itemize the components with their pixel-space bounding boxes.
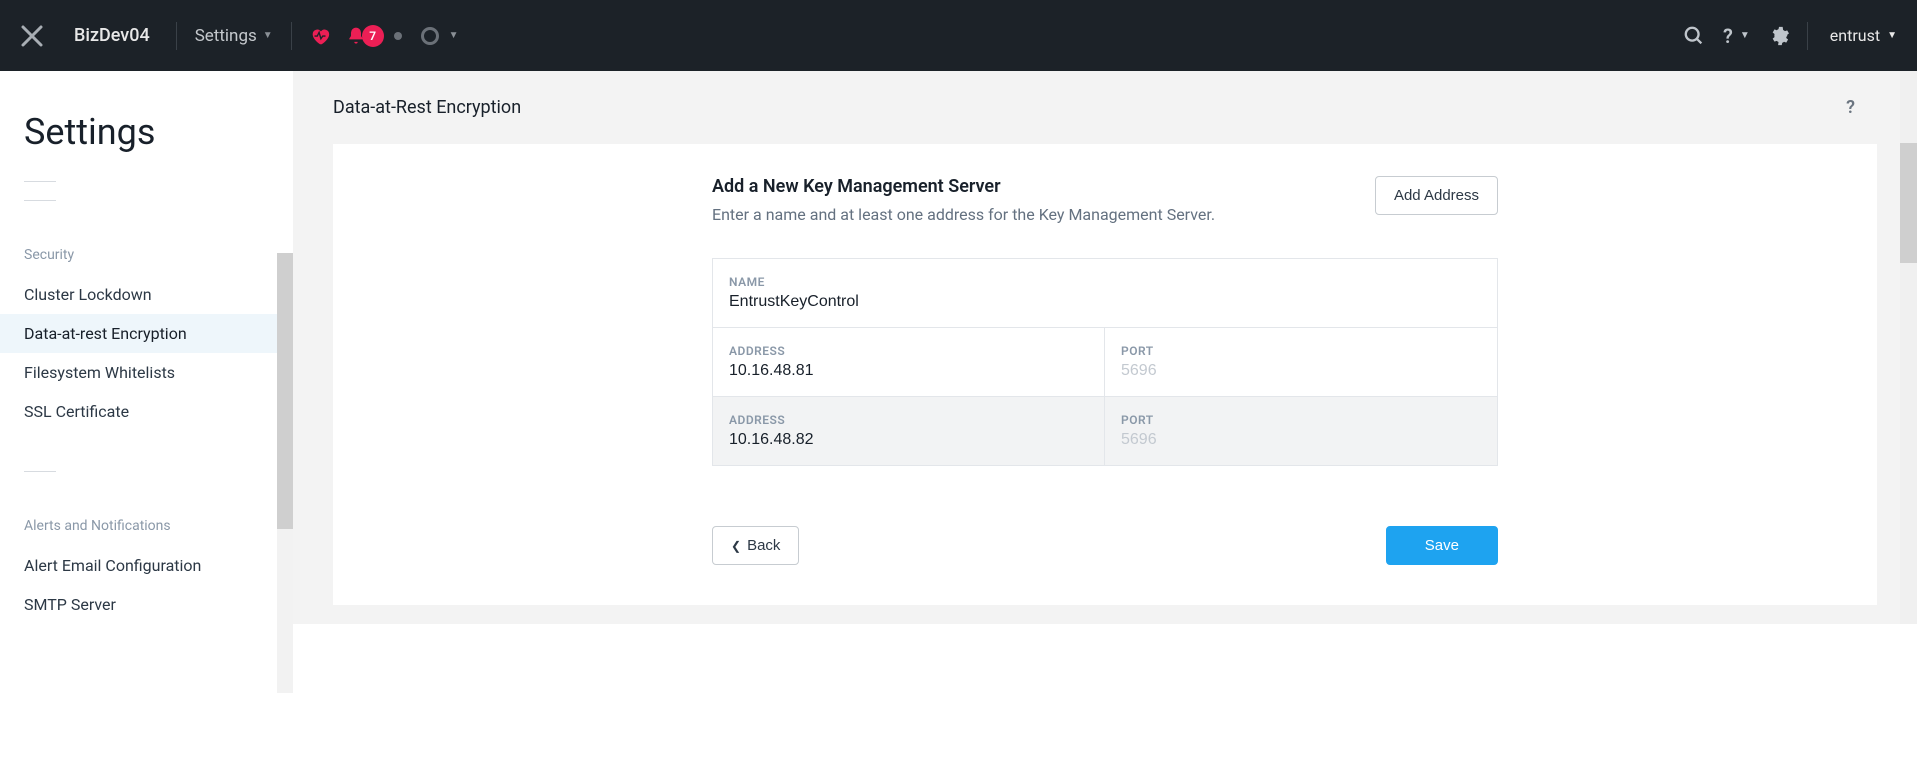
- settings-sidebar: Settings Security Cluster Lockdown Data-…: [0, 71, 293, 624]
- org-name[interactable]: BizDev04: [74, 25, 150, 46]
- save-button[interactable]: Save: [1386, 526, 1498, 565]
- port-1-field[interactable]: [1121, 362, 1481, 380]
- activity-ring-icon[interactable]: ▼: [417, 27, 459, 45]
- heartbeat-icon[interactable]: [309, 25, 331, 47]
- sidebar-title: Settings: [0, 111, 293, 177]
- name-label: NAME: [729, 275, 1481, 289]
- back-button[interactable]: ❮ Back: [712, 526, 799, 565]
- port-label: PORT: [1121, 413, 1481, 427]
- chevron-down-icon: ▼: [1740, 30, 1750, 41]
- chevron-down-icon: ▼: [1887, 30, 1897, 41]
- sidebar-scrollbar-thumb[interactable]: [277, 253, 293, 529]
- address-2-field[interactable]: [729, 431, 1088, 449]
- name-field[interactable]: [729, 293, 1481, 311]
- card-title: Add a New Key Management Server: [712, 176, 1375, 197]
- app-logo-icon[interactable]: [20, 24, 44, 48]
- address-label: ADDRESS: [729, 413, 1088, 427]
- page-help-icon[interactable]: ?: [1846, 97, 1855, 118]
- status-dot-icon: [394, 32, 402, 40]
- help-icon[interactable]: ?▼: [1723, 24, 1750, 48]
- sidebar-group-alerts: Alerts and Notifications: [0, 518, 293, 546]
- sidebar-item-smtp-server[interactable]: SMTP Server: [0, 585, 293, 624]
- sidebar-group-security: Security: [0, 247, 293, 275]
- top-header: BizDev04 Settings ▼ 7 ▼ ?▼ entrust ▼: [0, 0, 1917, 71]
- chevron-down-icon: ▼: [263, 30, 273, 41]
- section-dropdown-label: Settings: [195, 26, 257, 46]
- sidebar-item-ssl-certificate[interactable]: SSL Certificate: [0, 392, 293, 431]
- sidebar-item-alert-email-config[interactable]: Alert Email Configuration: [0, 546, 293, 585]
- divider: [1807, 22, 1808, 50]
- divider: [24, 200, 56, 201]
- chevron-left-icon: ❮: [731, 539, 741, 553]
- page-title: Data-at-Rest Encryption: [333, 97, 1846, 118]
- card-subtitle: Enter a name and at least one address fo…: [712, 205, 1375, 224]
- user-menu[interactable]: entrust ▼: [1830, 26, 1897, 45]
- address-label: ADDRESS: [729, 344, 1088, 358]
- divider: [24, 471, 56, 472]
- main-scrollbar-track[interactable]: [1900, 71, 1917, 624]
- notif-badge: 7: [362, 25, 384, 47]
- chevron-down-icon: ▼: [449, 30, 459, 41]
- kms-card: Add a New Key Management Server Enter a …: [333, 144, 1877, 605]
- gear-icon[interactable]: [1768, 25, 1790, 47]
- port-label: PORT: [1121, 344, 1481, 358]
- sidebar-item-cluster-lockdown[interactable]: Cluster Lockdown: [0, 275, 293, 314]
- port-2-field[interactable]: [1121, 431, 1481, 449]
- divider: [24, 181, 56, 182]
- section-dropdown[interactable]: Settings ▼: [195, 26, 273, 46]
- divider: [176, 22, 177, 50]
- address-1-field[interactable]: [729, 362, 1088, 380]
- back-label: Back: [747, 537, 780, 554]
- user-name: entrust: [1830, 26, 1880, 45]
- main-content: Data-at-Rest Encryption ? Add a New Key …: [293, 71, 1917, 624]
- search-icon[interactable]: [1683, 25, 1705, 47]
- kms-form: NAME ADDRESS PORT: [712, 258, 1498, 466]
- add-address-button[interactable]: Add Address: [1375, 176, 1498, 215]
- divider: [291, 22, 292, 50]
- sidebar-item-data-at-rest[interactable]: Data-at-rest Encryption: [0, 314, 293, 353]
- main-scrollbar-thumb[interactable]: [1900, 143, 1917, 263]
- sidebar-item-filesystem-whitelists[interactable]: Filesystem Whitelists: [0, 353, 293, 392]
- notifications-button[interactable]: 7: [346, 25, 402, 47]
